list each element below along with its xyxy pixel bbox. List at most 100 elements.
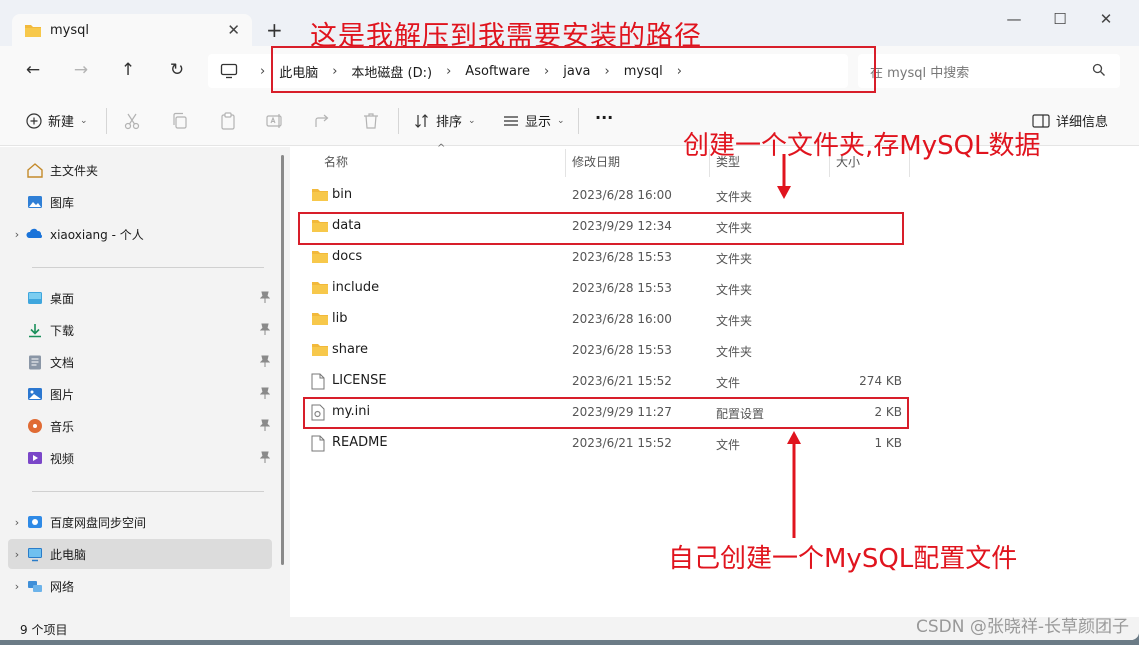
file-modified-date: 2023/6/28 15:53 (572, 250, 672, 264)
sidebar-item[interactable]: › 此电脑 (8, 539, 272, 569)
onedrive-icon (26, 228, 43, 238)
minimize-button[interactable]: — (1004, 10, 1024, 28)
sidebar-item[interactable]: 下载 (8, 315, 272, 345)
home-icon (27, 163, 43, 178)
column-header-name[interactable]: 名称 (324, 153, 348, 170)
this-pc-icon (28, 548, 42, 562)
file-row[interactable]: LICENSE 2023/6/21 15:52 文件 274 KB (302, 366, 902, 397)
navigation-pane: 主文件夹图库 › xiaoxiang - 个人桌面 下载文档图片 音乐 视频 › 百度网盘同步… (0, 147, 290, 617)
pin-icon[interactable] (259, 291, 271, 306)
sidebar-item[interactable]: 图片 (8, 379, 272, 409)
sort-button[interactable]: 排序 ⌄ (414, 111, 476, 130)
chevron-right-icon[interactable]: › (8, 580, 26, 593)
file-type: 文件夹 (716, 283, 753, 297)
desktop-icon (28, 292, 42, 304)
file-name: README (332, 435, 388, 450)
copy-icon[interactable] (170, 111, 190, 131)
file-name: share (332, 342, 369, 357)
chevron-down-icon: ⌄ (80, 115, 88, 126)
details-pane-button[interactable]: 详细信息 (1032, 111, 1108, 130)
file-row[interactable]: include 2023/6/28 15:53 文件夹 (302, 273, 902, 304)
search-icon (1092, 63, 1105, 76)
tab-label: mysql (50, 22, 89, 38)
sidebar-item[interactable]: 主文件夹 (8, 155, 272, 185)
folder-icon (311, 342, 329, 360)
sidebar-item[interactable]: › 百度网盘同步空间 (8, 507, 272, 537)
sidebar-item-label: xiaoxiang - 个人 (50, 227, 144, 242)
file-row[interactable]: lib 2023/6/28 16:00 文件夹 (302, 304, 902, 335)
chevron-right-icon[interactable]: › (8, 548, 26, 561)
more-options-button[interactable]: ··· (595, 108, 613, 127)
sidebar-item[interactable]: 文档 (8, 347, 272, 377)
sidebar-item[interactable]: 桌面 (8, 283, 272, 313)
file-type: 文件夹 (716, 314, 753, 328)
sidebar-item-label: 主文件夹 (50, 163, 99, 178)
sidebar-scrollbar[interactable] (281, 155, 284, 565)
file-type: 文件夹 (716, 252, 753, 266)
pin-icon[interactable] (259, 451, 271, 466)
toolbar-divider (398, 108, 399, 134)
rename-icon[interactable] (265, 111, 285, 131)
close-window-button[interactable]: ✕ (1096, 10, 1116, 28)
chevron-right-icon[interactable]: › (8, 516, 26, 529)
sidebar-item-label: 文档 (50, 355, 75, 370)
chevron-right-icon[interactable]: › (8, 228, 26, 241)
folder-icon (311, 187, 329, 205)
view-button[interactable]: 显示 ⌄ (503, 111, 565, 130)
plus-circle-icon (26, 112, 42, 129)
pin-icon[interactable] (259, 419, 271, 434)
folder-icon (25, 24, 41, 37)
cut-icon[interactable] (122, 111, 142, 131)
column-divider[interactable] (565, 149, 566, 177)
folder-icon (311, 249, 329, 267)
item-count: 9 个项目 (20, 623, 68, 637)
sidebar-item[interactable]: 视频 (8, 443, 272, 473)
file-row[interactable]: share 2023/6/28 15:53 文件夹 (302, 335, 902, 366)
new-label: 新建 (48, 115, 75, 130)
new-tab-button[interactable]: + (266, 18, 283, 42)
pin-icon[interactable] (259, 355, 271, 370)
up-button[interactable]: ↑ (117, 60, 139, 80)
annotation-box-address (271, 46, 876, 93)
sidebar-item-label: 图库 (50, 195, 75, 210)
file-type: 文件夹 (716, 190, 753, 204)
sort-label: 排序 (436, 115, 463, 130)
pin-icon[interactable] (259, 323, 271, 338)
paste-icon[interactable] (218, 111, 238, 131)
network-icon (28, 581, 42, 592)
refresh-button[interactable]: ↻ (166, 60, 188, 80)
file-modified-date: 2023/6/21 15:52 (572, 374, 672, 388)
share-icon[interactable] (313, 111, 333, 131)
file-name: include (332, 280, 380, 295)
sidebar-item[interactable]: › 网络 (8, 571, 272, 601)
file-modified-date: 2023/6/28 16:00 (572, 312, 672, 326)
title-bar: mysql ✕ + — ☐ ✕ 这是我解压到我需要安装的路径 (0, 0, 1139, 52)
maximize-button[interactable]: ☐ (1050, 10, 1070, 28)
sort-icon (415, 113, 428, 128)
file-name: lib (332, 311, 348, 326)
delete-icon[interactable] (361, 111, 381, 131)
back-button[interactable]: ← (22, 60, 44, 80)
annotation-box-my-ini (303, 397, 909, 429)
sidebar-item[interactable]: 音乐 (8, 411, 272, 441)
search-input[interactable]: 在 mysql 中搜索 (858, 54, 1120, 88)
file-row[interactable]: docs 2023/6/28 15:53 文件夹 (302, 242, 902, 273)
sidebar-item[interactable]: 图库 (8, 187, 272, 217)
sidebar-item[interactable]: › xiaoxiang - 个人 (8, 219, 272, 249)
column-header-modified[interactable]: 修改日期 (572, 153, 620, 170)
file-name: bin (332, 187, 353, 202)
forward-button[interactable]: → (70, 60, 92, 80)
close-tab-icon[interactable]: ✕ (227, 21, 240, 39)
file-row[interactable]: bin 2023/6/28 16:00 文件夹 (302, 180, 902, 211)
new-button[interactable]: 新建 ⌄ (26, 111, 88, 130)
tab-mysql[interactable]: mysql ✕ (12, 14, 252, 46)
sidebar-item-label: 网络 (50, 579, 75, 594)
file-row[interactable]: README 2023/6/21 15:52 文件 1 KB (302, 428, 902, 459)
file-type: 文件 (716, 376, 741, 390)
watermark: CSDN @张晓祥-长草颜团子 (915, 617, 1129, 637)
pin-icon[interactable] (259, 387, 271, 402)
chevron-down-icon: ⌄ (557, 115, 565, 126)
sort-ascending-icon: ^ (437, 143, 446, 154)
pictures-icon (28, 388, 42, 400)
chevron-down-icon: ⌄ (468, 115, 476, 126)
